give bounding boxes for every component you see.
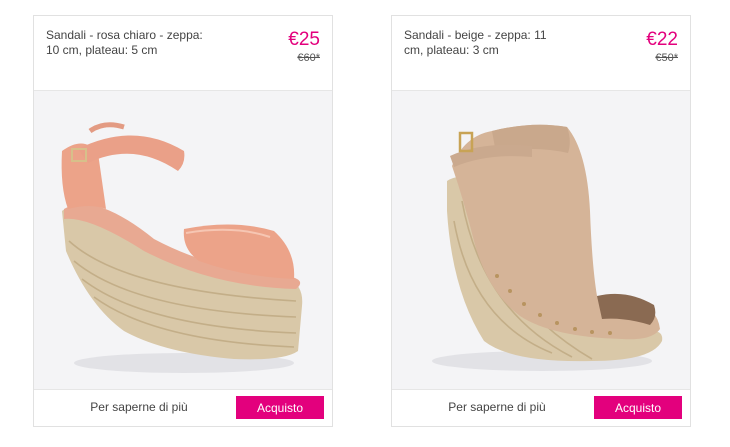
product-image[interactable]	[34, 90, 332, 390]
product-image[interactable]	[392, 90, 690, 390]
original-price: €60*	[297, 52, 320, 64]
more-info-link[interactable]: Per saperne di più	[64, 400, 214, 414]
product-header: Sandali - beige - zeppa: 11 cm, plateau:…	[392, 16, 690, 90]
product-title[interactable]: Sandali - beige - zeppa: 11 cm, plateau:…	[404, 28, 569, 58]
product-price: €22	[646, 29, 678, 50]
price-box: €25 €60*	[288, 29, 320, 65]
more-info-link[interactable]: Per saperne di più	[422, 400, 572, 414]
product-footer: Per saperne di più Acquisto	[392, 389, 690, 426]
original-price: €50*	[655, 52, 678, 64]
beige-sandal-image	[392, 91, 690, 389]
buy-button[interactable]: Acquisto	[236, 396, 324, 419]
buy-button[interactable]: Acquisto	[594, 396, 682, 419]
product-title[interactable]: Sandali - rosa chiaro - zeppa: 10 cm, pl…	[46, 28, 211, 58]
product-header: Sandali - rosa chiaro - zeppa: 10 cm, pl…	[34, 16, 332, 90]
product-footer: Per saperne di più Acquisto	[34, 389, 332, 426]
product-card[interactable]: Sandali - beige - zeppa: 11 cm, plateau:…	[391, 15, 691, 427]
product-price: €25	[288, 29, 320, 50]
pink-sandal-image	[34, 91, 332, 389]
price-box: €22 €50*	[646, 29, 678, 65]
product-card[interactable]: Sandali - rosa chiaro - zeppa: 10 cm, pl…	[33, 15, 333, 427]
